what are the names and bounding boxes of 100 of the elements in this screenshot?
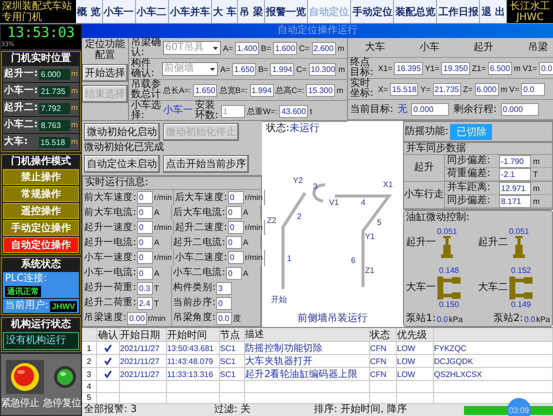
mode-button[interactable]: 遥控操作 <box>3 203 79 219</box>
column-header: 吊梁 <box>528 42 548 54</box>
route-label: 6 <box>350 256 355 265</box>
sync-field: 12.971 <box>499 182 531 194</box>
param-field[interactable]: 15.300 <box>306 84 335 96</box>
table-cell: 大车夹轨器打开 <box>245 355 370 367</box>
param-label: 总重W=: <box>247 106 278 116</box>
param-field[interactable]: 43.600 <box>279 104 308 118</box>
route-label: 开始 <box>270 295 286 304</box>
mode-button[interactable]: 自动定位操作 <box>3 237 79 253</box>
table-cell: 11:43:48.079 <box>167 355 220 367</box>
reading-field: 0 <box>137 236 154 250</box>
mode-button[interactable]: 手动定位操作 <box>3 220 79 236</box>
column-header: 开始时间 <box>167 328 220 341</box>
sync-label: 同步偏差: <box>447 195 492 207</box>
unit-label: m <box>533 184 540 192</box>
table-cell: 防摇控制功能切除 <box>245 342 370 354</box>
route-label: Z1 <box>364 266 374 275</box>
sync-field: 8.171 <box>499 194 531 208</box>
remaining-field: 0.000 <box>500 103 539 116</box>
row-number: 2 <box>82 355 97 367</box>
nav-tab[interactable]: 手动定位 <box>351 0 394 23</box>
route-label: 2 <box>296 212 301 221</box>
alarm-row[interactable]: 3 2021/11/27 11:33:13.316 SC1 起升2看轮油缸编码器上限 CFN LOW QS2HLXCSX <box>82 368 553 381</box>
mode-button[interactable]: 常规操作 <box>3 186 79 202</box>
nav-tab[interactable]: 小车一 <box>102 0 136 23</box>
pump-value: 0.0 <box>524 314 536 324</box>
axis-label: Z1= <box>472 64 486 72</box>
table-cell: 2021/11/27 <box>120 368 167 380</box>
unit-label: t <box>310 106 312 116</box>
reading-field: 0 <box>137 206 154 220</box>
reading-label: 起升二速度: <box>174 222 227 234</box>
auto-button[interactable]: 点击开始当前步序 <box>163 155 249 173</box>
axis-label: V= <box>509 84 520 94</box>
table-cell: LOW <box>397 342 434 354</box>
nav-tab[interactable]: 报警一览 <box>265 0 308 23</box>
alarm-row[interactable]: 2 2021/11/27 11:43:48.079 SC1 大车夹轨器打开 CFN LOW DCJGQDK <box>82 355 553 368</box>
reading-field: 0.3 <box>137 282 154 295</box>
route-label: 1 <box>286 254 291 263</box>
sync-field: -1.790 <box>499 154 531 168</box>
pump-label: 泵站1: <box>406 313 436 325</box>
auto-button[interactable]: 自动定位未启动 <box>84 155 160 173</box>
config-title: 定位功能配置 <box>84 39 126 61</box>
coordinate-field: 0.0 <box>539 62 553 74</box>
reading-label: 吊梁速度: <box>84 312 126 324</box>
reading-label: 构件类别: <box>173 282 216 294</box>
cylinder-label: 起升一 <box>406 236 436 248</box>
alarm-row[interactable]: 4 <box>82 381 553 392</box>
param-field[interactable]: 1.650 <box>193 84 218 96</box>
nav-tab[interactable]: 装配总览 <box>394 0 438 23</box>
unit-label: A <box>154 208 160 218</box>
param-field[interactable]: 1.994 <box>250 84 274 96</box>
cylinder-drawing <box>513 236 526 258</box>
unit-label: r/min <box>154 253 172 262</box>
nav-tab[interactable]: 大 车 <box>212 0 238 23</box>
column-header: 开始日期 <box>120 328 167 341</box>
table-cell: SC1 <box>220 342 245 354</box>
nav-tab[interactable]: 退 出 <box>480 0 508 23</box>
reading-field: 0.00 <box>127 312 147 325</box>
coordinate-field: 16.395 <box>394 62 423 74</box>
reading-field: 0 <box>216 296 232 310</box>
clock-time: 13:53:03 <box>7 26 75 41</box>
route-label: 3 <box>312 182 317 191</box>
brand-text: JHWC <box>516 12 544 22</box>
nav-tab[interactable]: 小车并车 <box>168 0 212 23</box>
route-label: Y1 <box>364 232 374 241</box>
micro-status: 微动初始化已完成 <box>84 142 165 154</box>
nav-tab[interactable]: 小车二 <box>136 0 169 23</box>
emergency-stop-button[interactable] <box>6 360 44 394</box>
route-label: 4 <box>360 198 365 207</box>
table-cell: CFN <box>370 355 397 367</box>
unit-label: T <box>154 284 159 293</box>
reading-field: 0 <box>137 251 154 264</box>
cylinder-value: 0.051 <box>437 228 458 236</box>
nav-tab[interactable]: 吊 梁 <box>238 0 266 23</box>
alarm-row[interactable]: 1 2021/11/27 13:50:43.681 SC1 防摇控制功能切除 CFN LOW FYKZQC <box>82 342 553 355</box>
cylinder-drawing <box>441 236 454 258</box>
estop-label: 紧急停止 <box>1 398 39 410</box>
unit-label: T <box>533 170 538 178</box>
axis-label: X1= <box>378 64 392 72</box>
start-select-button[interactable]: 开始选择 <box>82 64 128 82</box>
column-header: 大车 <box>365 42 386 54</box>
reading-field: 0 <box>226 206 242 220</box>
position-label: 起升一: <box>4 68 38 80</box>
sync-field: -2.1 <box>499 168 531 180</box>
param-label: A= <box>223 44 234 52</box>
status-label: 状态: <box>266 123 290 135</box>
nav-tab[interactable]: 工作日报 <box>437 0 480 23</box>
reading-label: 当前步序: <box>173 297 216 310</box>
reset-button[interactable] <box>52 364 76 388</box>
unit-label: T <box>154 298 159 308</box>
target-label: 终点目标: <box>350 58 374 78</box>
nav-tab[interactable]: 概 览 <box>76 0 103 23</box>
mode-button[interactable]: 禁止操作 <box>3 169 79 185</box>
axis-label: Z= <box>462 84 473 94</box>
reading-field: 0.0 <box>216 312 232 325</box>
pump-value: 0.0 <box>436 314 448 324</box>
table-cell: CFN <box>370 368 397 380</box>
micro-button[interactable]: 微动初始化启动 <box>84 123 160 141</box>
coordinate-field: 6.500 <box>488 62 512 74</box>
